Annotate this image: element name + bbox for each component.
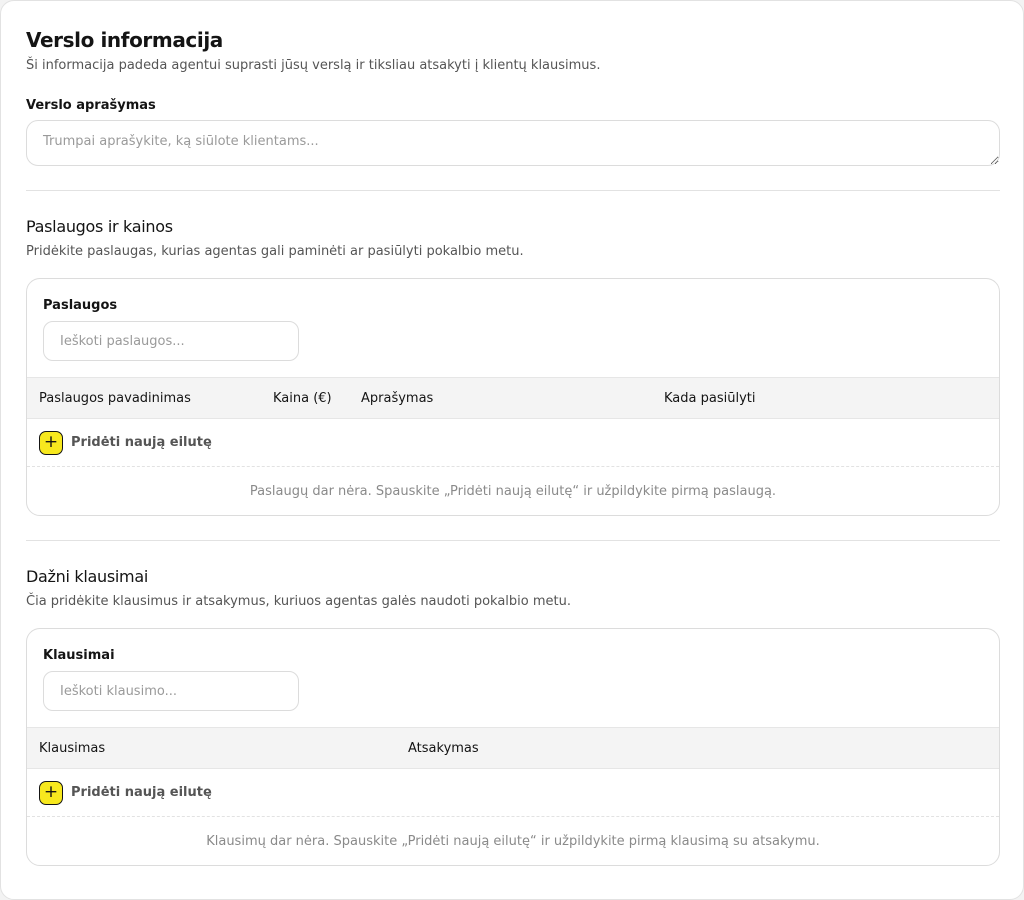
page-subtitle: Ši informacija padeda agentui suprasti j… — [26, 58, 601, 73]
add-row-label: Pridėti naują eilutę — [71, 435, 212, 450]
section-divider — [26, 190, 1000, 191]
faq-panel-label: Klausimai — [43, 648, 115, 663]
column-header-price: Kaina (€) — [273, 390, 332, 406]
faq-panel: Klausimai Klausimas Atsakymas + Pridėti … — [26, 628, 1000, 866]
business-description-label: Verslo aprašymas — [26, 98, 156, 113]
page-title: Verslo informacija — [26, 28, 223, 52]
column-header-question: Klausimas — [39, 740, 106, 756]
services-section-title: Paslaugos ir kainos — [26, 217, 173, 236]
services-add-row-button[interactable]: + Pridėti naują eilutę — [27, 419, 999, 467]
faq-add-row-button[interactable]: + Pridėti naują eilutę — [27, 769, 999, 817]
business-description-textarea[interactable] — [26, 120, 1000, 166]
add-row-label: Pridėti naują eilutę — [71, 785, 212, 800]
services-empty-state: Paslaugų dar nėra. Spauskite „Pridėti na… — [249, 483, 777, 499]
plus-icon: + — [39, 780, 63, 805]
services-panel-header: Paslaugos — [27, 279, 999, 377]
faq-section-title: Dažni klausimai — [26, 567, 148, 586]
services-panel-label: Paslaugos — [43, 298, 118, 313]
plus-icon: + — [39, 430, 63, 455]
faq-search-input[interactable] — [43, 671, 299, 711]
services-search-input[interactable] — [43, 321, 299, 361]
services-panel: Paslaugos Paslaugos pavadinimas Kaina (€… — [26, 278, 1000, 516]
column-header-service-name: Paslaugos pavadinimas — [39, 390, 191, 406]
faq-empty-state: Klausimų dar nėra. Spauskite „Pridėti na… — [206, 833, 820, 849]
column-header-description: Aprašymas — [361, 390, 434, 406]
business-info-card: Verslo informacija Ši informacija padeda… — [0, 0, 1024, 900]
faq-panel-header: Klausimai — [27, 629, 999, 727]
faq-table-header: Klausimas Atsakymas — [27, 727, 999, 769]
services-section-subtitle: Pridėkite paslaugas, kurias agentas gali… — [26, 244, 524, 259]
section-divider — [26, 540, 1000, 541]
faq-section-subtitle: Čia pridėkite klausimus ir atsakymus, ku… — [26, 594, 571, 609]
column-header-answer: Atsakymas — [408, 740, 479, 756]
column-header-when-to-offer: Kada pasiūlyti — [664, 390, 756, 406]
services-table-header: Paslaugos pavadinimas Kaina (€) Aprašyma… — [27, 377, 999, 419]
